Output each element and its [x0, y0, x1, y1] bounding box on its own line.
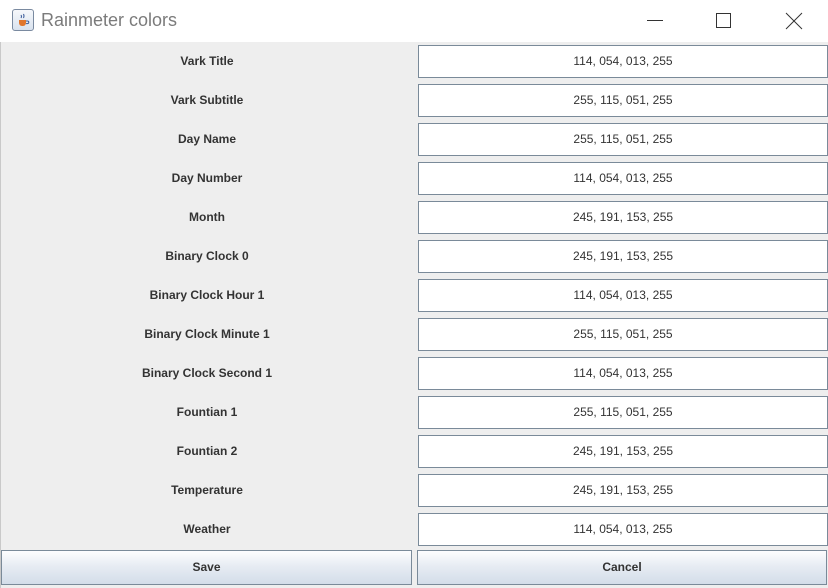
- color-value-field[interactable]: 114, 054, 013, 255: [418, 513, 828, 546]
- maximize-icon: [716, 13, 731, 28]
- color-value-field[interactable]: 255, 115, 051, 255: [418, 84, 828, 117]
- color-value-field[interactable]: 255, 115, 051, 255: [418, 396, 828, 429]
- color-row-binary-clock-second-1: Binary Clock Second 1 114, 054, 013, 255: [1, 354, 828, 393]
- color-row-day-number: Day Number 114, 054, 013, 255: [1, 159, 828, 198]
- window-title: Rainmeter colors: [41, 10, 178, 30]
- maximize-button[interactable]: [701, 0, 747, 42]
- color-value-field[interactable]: 255, 115, 051, 255: [418, 318, 828, 351]
- color-value-field[interactable]: 114, 054, 013, 255: [418, 45, 828, 78]
- color-value-field[interactable]: 245, 191, 153, 255: [418, 474, 828, 507]
- color-row-binary-clock-minute-1: Binary Clock Minute 1 255, 115, 051, 255: [1, 315, 828, 354]
- row-label: Binary Clock Hour 1: [149, 288, 265, 302]
- color-value-field[interactable]: 114, 054, 013, 255: [418, 279, 828, 312]
- java-cup-icon: [12, 9, 34, 31]
- cancel-button[interactable]: Cancel: [417, 550, 827, 585]
- color-value-field[interactable]: 245, 191, 153, 255: [418, 201, 828, 234]
- color-row-binary-clock-hour-1: Binary Clock Hour 1 114, 054, 013, 255: [1, 276, 828, 315]
- row-label: Vark Title: [180, 54, 234, 68]
- minimize-button[interactable]: [632, 0, 678, 42]
- close-button[interactable]: [771, 0, 817, 42]
- title-bar[interactable]: Rainmeter colors: [0, 0, 828, 42]
- row-label: Fountian 1: [176, 405, 238, 419]
- color-row-fountian-2: Fountian 2 245, 191, 153, 255: [1, 432, 828, 471]
- color-row-fountian-1: Fountian 1 255, 115, 051, 255: [1, 393, 828, 432]
- close-icon: [785, 12, 803, 30]
- row-label: Binary Clock 0: [165, 249, 249, 263]
- row-label: Binary Clock Second 1: [141, 366, 273, 380]
- color-settings-panel: Vark Title 114, 054, 013, 255 Vark Subti…: [0, 42, 828, 588]
- color-row-vark-title: Vark Title 114, 054, 013, 255: [1, 42, 828, 81]
- row-label: Binary Clock Minute 1: [144, 327, 270, 341]
- save-button[interactable]: Save: [1, 550, 412, 585]
- row-label: Fountian 2: [176, 444, 238, 458]
- color-value-field[interactable]: 114, 054, 013, 255: [418, 162, 828, 195]
- color-value-field[interactable]: 245, 191, 153, 255: [418, 435, 828, 468]
- row-label: Month: [189, 210, 225, 224]
- row-label: Temperature: [171, 483, 243, 497]
- color-row-binary-clock-0: Binary Clock 0 245, 191, 153, 255: [1, 237, 828, 276]
- color-value-field[interactable]: 245, 191, 153, 255: [418, 240, 828, 273]
- color-row-vark-subtitle: Vark Subtitle 255, 115, 051, 255: [1, 81, 828, 120]
- color-value-field[interactable]: 114, 054, 013, 255: [418, 357, 828, 390]
- color-value-field[interactable]: 255, 115, 051, 255: [418, 123, 828, 156]
- color-row-weather: Weather 114, 054, 013, 255: [1, 510, 828, 549]
- color-row-day-name: Day Name 255, 115, 051, 255: [1, 120, 828, 159]
- color-row-temperature: Temperature 245, 191, 153, 255: [1, 471, 828, 510]
- row-label: Day Number: [171, 171, 243, 185]
- rainmeter-colors-window: Rainmeter colors Vark Title 114, 054, 01…: [0, 0, 828, 588]
- minimize-icon: [647, 20, 663, 21]
- row-label: Weather: [183, 522, 231, 536]
- color-row-month: Month 245, 191, 153, 255: [1, 198, 828, 237]
- row-label: Day Name: [177, 132, 237, 146]
- row-label: Vark Subtitle: [170, 93, 244, 107]
